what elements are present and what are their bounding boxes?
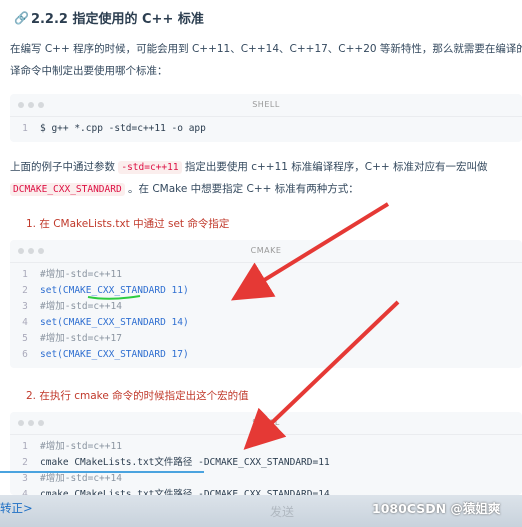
- text-span: 。在 CMake 中想要指定 C++ 标准有两种方式：: [128, 183, 359, 195]
- code-text: #增加-std=c++14: [40, 473, 122, 484]
- code-text: set(CMAKE_CXX_STANDARD 14): [40, 317, 189, 328]
- code-line: 2 set(CMAKE_CXX_STANDARD 11): [10, 283, 522, 299]
- code-line: 1 #增加-std=c++11: [10, 267, 522, 283]
- send-button[interactable]: 发送: [270, 503, 294, 520]
- line-number: 1: [22, 441, 28, 452]
- heading-text: 2.2.2 指定使用的 C++ 标准: [30, 12, 204, 27]
- link-icon[interactable]: 🔗: [14, 11, 29, 25]
- code-text: cmake CMakeLists.txt文件路径 -DCMAKE_CXX_STA…: [40, 457, 330, 468]
- intro-line-1: 在编写 C++ 程序的时候，可能会用到 C++11、C++14、C++17、C+…: [10, 43, 522, 55]
- code-line: 5 #增加-std=c++17: [10, 331, 522, 347]
- inline-code-std: -std=c++11: [118, 161, 182, 174]
- intro-line-2: 译命令中制定出要使用哪个标准：: [10, 65, 168, 77]
- code-line: 1 $ g++ *.cpp -std=c++11 -o app: [10, 121, 522, 137]
- code-lang-label: SHELL: [10, 412, 522, 435]
- code-line: 2 cmake CMakeLists.txt文件路径 -DCMAKE_CXX_ST…: [10, 455, 522, 471]
- list-item-1: 1. 在 CMakeLists.txt 中通过 set 命令指定: [26, 218, 230, 230]
- code-text: #增加-std=c++11: [40, 441, 122, 452]
- inline-code-macro: DCMAKE_CXX_STANDARD: [10, 183, 125, 196]
- line-number: 2: [22, 457, 28, 468]
- window-dots: [18, 420, 44, 426]
- line-number: 3: [22, 473, 28, 484]
- code-line: 1 #增加-std=c++11: [10, 439, 522, 455]
- explanation-line-1: 上面的例子中通过参数 -std=c++11 指定出要使用 c++11 标准编译程…: [10, 156, 488, 179]
- line-number: 3: [22, 301, 28, 312]
- watermark: 1080CSDN @猿姐爽: [372, 501, 501, 516]
- code-line: 3 #增加-std=c++14: [10, 299, 522, 315]
- cmake-code-block: CMAKE 1 #增加-std=c++11 2 set(CMAKE_CXX_STAND…: [10, 240, 522, 368]
- code-lang-label: CMAKE: [10, 240, 522, 263]
- code-line: 3 #增加-std=c++14: [10, 471, 522, 487]
- code-text: set(CMAKE_CXX_STANDARD 11): [40, 285, 189, 296]
- text-span: 指定出要使用 c++11 标准编译程序，C++ 标准对应有一宏叫做: [184, 161, 488, 173]
- code-line: 4 cmake CMakeLists.txt文件路径 -DCMAKE_CXX_ST…: [10, 487, 522, 495]
- line-number: 2: [22, 285, 28, 296]
- code-lang-label: SHELL: [10, 94, 522, 117]
- code-line: 4 set(CMAKE_CXX_STANDARD 14): [10, 315, 522, 331]
- code-line: 6 set(CMAKE_CXX_STANDARD 17): [10, 347, 522, 363]
- line-number: 1: [22, 269, 28, 280]
- list-item-2: 2. 在执行 cmake 命令的时候指定出这个宏的值: [26, 390, 249, 402]
- section-heading: 🔗 2.2.2 指定使用的 C++ 标准: [14, 8, 204, 28]
- progress-bar[interactable]: [0, 471, 204, 473]
- code-text: #增加-std=c++14: [40, 301, 122, 312]
- line-number: 4: [22, 489, 28, 495]
- line-number: 5: [22, 333, 28, 344]
- window-dots: [18, 102, 44, 108]
- line-number: 1: [22, 123, 28, 134]
- explanation-line-2: DCMAKE_CXX_STANDARD 。在 CMake 中想要指定 C++ 标…: [10, 178, 359, 201]
- shell-code-block-1: SHELL 1 $ g++ *.cpp -std=c++11 -o app: [10, 94, 522, 142]
- code-text: $ g++ *.cpp -std=c++11 -o app: [40, 123, 206, 134]
- code-text: set(CMAKE_CXX_STANDARD 17): [40, 349, 189, 360]
- code-text: #增加-std=c++11: [40, 269, 122, 280]
- shell-code-block-2: SHELL 1 #增加-std=c++11 2 cmake CMakeLists.tx…: [10, 412, 522, 495]
- window-dots: [18, 248, 44, 254]
- text-span: 上面的例子中通过参数: [10, 161, 115, 173]
- code-text: #增加-std=c++17: [40, 333, 122, 344]
- line-number: 6: [22, 349, 28, 360]
- line-number: 4: [22, 317, 28, 328]
- code-text: cmake CMakeLists.txt文件路径 -DCMAKE_CXX_STA…: [40, 489, 330, 495]
- skip-button[interactable]: 转正>: [0, 500, 33, 516]
